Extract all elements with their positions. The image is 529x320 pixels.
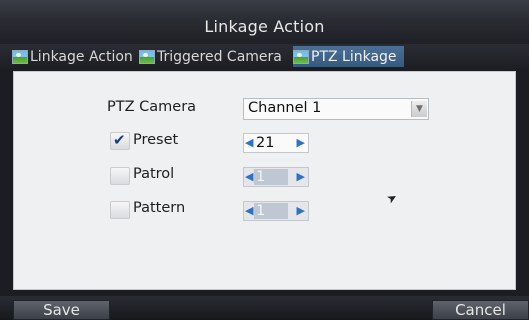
picture-icon [139,49,155,64]
tab-label: Linkage Action [30,48,133,65]
ptz-linkage-panel: PTZ Camera Channel 1 ▼ ✔ Preset ◀ 21 ▶ P… [13,71,516,290]
preset-checkbox[interactable]: ✔ [110,131,130,150]
pattern-label: Pattern [133,200,186,216]
patrol-stepper[interactable]: ◀ 1 ▶ [243,167,309,187]
arrow-left-icon[interactable]: ◀ [245,170,253,184]
tab-label: Triggered Camera [157,48,282,65]
tab-strip: Linkage Action Triggered Camera PTZ Link… [0,44,529,69]
chevron-down-icon[interactable]: ▼ [411,101,427,117]
preset-label: Preset [133,132,179,148]
preset-stepper[interactable]: ◀ 21 ▶ [243,133,309,153]
arrow-right-icon[interactable]: ▶ [297,136,305,150]
patrol-value: 1 [256,169,266,185]
arrow-left-icon[interactable]: ◀ [245,136,253,150]
tab-label: PTZ Linkage [311,48,397,65]
save-button[interactable]: Save [13,300,110,320]
tab-linkage-action[interactable]: Linkage Action [12,46,133,67]
cancel-button[interactable]: Cancel [432,300,529,320]
ptz-camera-select[interactable]: Channel 1 ▼ [243,98,429,120]
checkmark-icon: ✔ [113,131,126,149]
patrol-checkbox[interactable] [110,167,130,185]
tab-ptz-linkage[interactable]: PTZ Linkage [293,46,404,67]
picture-icon [12,49,28,64]
mouse-cursor-icon: ➤ [384,189,400,207]
ptz-camera-label: PTZ Camera [107,99,197,115]
patrol-label: Patrol [133,166,175,182]
pattern-stepper[interactable]: ◀ 1 ▶ [243,201,309,221]
arrow-right-icon[interactable]: ▶ [297,170,305,184]
dialog-title: Linkage Action [204,17,325,36]
pattern-value: 1 [256,203,266,219]
arrow-left-icon[interactable]: ◀ [245,204,253,218]
pattern-checkbox[interactable] [110,201,130,219]
arrow-right-icon[interactable]: ▶ [297,204,305,218]
tab-triggered-camera[interactable]: Triggered Camera [139,46,282,67]
preset-value: 21 [256,135,275,151]
ptz-camera-value: Channel 1 [248,100,322,116]
linkage-action-dialog: Linkage Action Linkage Action Triggered … [0,0,529,320]
picture-icon [293,49,309,64]
dialog-title-bar: Linkage Action [0,0,529,45]
